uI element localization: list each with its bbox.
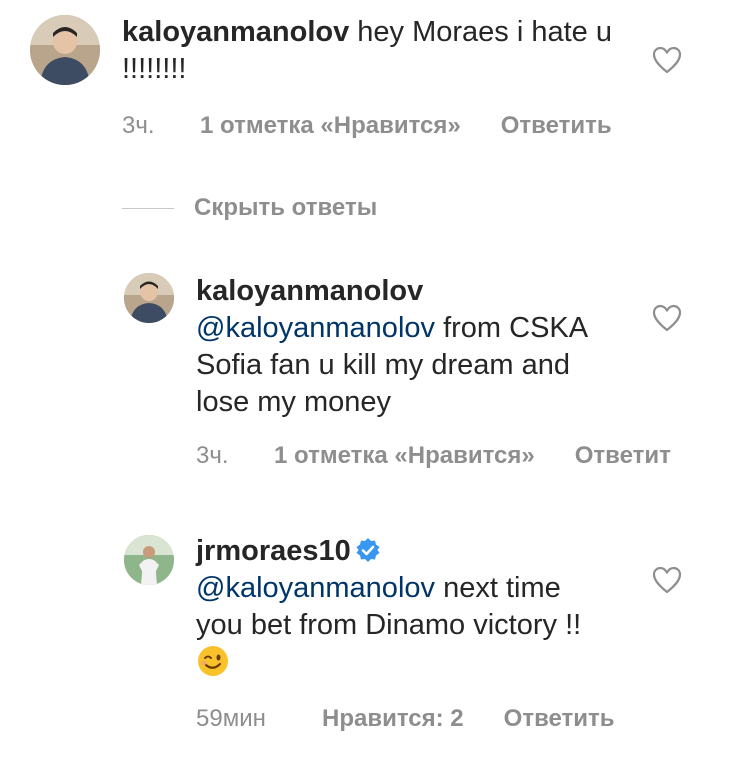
user-avatar-icon — [124, 535, 174, 585]
mention-link[interactable]: @kaloyanmanolov — [196, 572, 435, 604]
avatar[interactable] — [124, 273, 174, 323]
reply-button[interactable]: Ответит — [575, 441, 671, 471]
heart-outline-icon[interactable] — [652, 566, 682, 594]
comment-text: kaloyanmanolov @kaloyanmanolov from CSKA… — [196, 273, 596, 421]
comment-likes[interactable]: 1 отметка «Нравится» — [274, 441, 535, 471]
hide-replies-button[interactable]: Скрыть ответы — [122, 192, 377, 224]
comment-likes[interactable]: 1 отметка «Нравится» — [200, 111, 461, 141]
comment-time: 59мин — [196, 705, 266, 732]
reply-button[interactable]: Ответить — [504, 704, 615, 734]
hide-replies-label: Скрыть ответы — [194, 194, 378, 221]
user-avatar-icon — [124, 273, 174, 323]
comment-username[interactable]: jrmoraes10 — [196, 535, 351, 567]
comment-text: kaloyanmanolov hey Moraes i hate u !!!!!!… — [122, 14, 622, 88]
comment-username[interactable]: kaloyanmanolov — [196, 275, 423, 307]
mention-link[interactable]: @kaloyanmanolov — [196, 312, 435, 344]
winking-face-emoji-icon — [198, 646, 228, 676]
avatar[interactable] — [124, 535, 174, 585]
comment-likes[interactable]: Нравится: 2 — [322, 704, 464, 734]
heart-outline-icon[interactable] — [652, 46, 682, 74]
verified-badge-icon — [356, 538, 380, 562]
comment-meta: 3ч. 1 отметка «Нравится» Ответить — [122, 111, 612, 141]
comment-meta: 3ч. 1 отметка «Нравится» Ответит — [196, 441, 730, 471]
divider-line — [122, 207, 174, 209]
avatar[interactable] — [30, 15, 100, 85]
comment-meta: 59мин Нравится: 2 Ответить — [196, 704, 615, 734]
reply-button[interactable]: Ответить — [501, 111, 612, 141]
heart-outline-icon[interactable] — [652, 304, 682, 332]
comment-text: jrmoraes10 @kaloyanmanolov next time you… — [196, 533, 596, 682]
user-avatar-icon — [30, 15, 100, 85]
comment-time: 3ч. — [196, 442, 229, 469]
comment-time: 3ч. — [122, 112, 155, 139]
comment-username[interactable]: kaloyanmanolov — [122, 16, 349, 48]
